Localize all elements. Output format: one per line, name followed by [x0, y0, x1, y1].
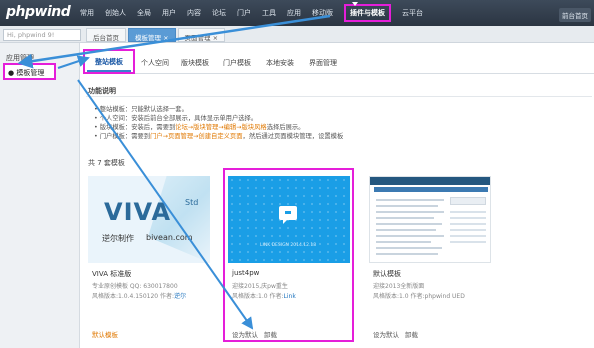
mock-row: [376, 241, 431, 243]
template-actions: 默认模板: [92, 329, 124, 339]
template-thumbnail[interactable]: VIVA Std 逆尔制作 bivean.com: [88, 176, 210, 263]
mock-row: [450, 229, 486, 231]
thumb-sub-text: 逆尔制作: [102, 234, 134, 243]
sidebar-item-label: 模板管理: [16, 69, 45, 77]
mock-row: [376, 253, 438, 255]
nav-item-founder[interactable]: 创始人: [105, 8, 126, 18]
default-template-label: 默认模板: [92, 331, 118, 339]
thumb-url-text: bivean.com: [146, 233, 193, 242]
sidebar: 应用管理: [0, 43, 80, 348]
author-link[interactable]: 逆尔: [174, 293, 186, 300]
tab-site-template-label: 整站模板: [95, 58, 123, 66]
template-name: VIVA 标准版: [92, 270, 132, 278]
template-desc: 专业原创模板 QQ: 630017800: [92, 283, 178, 290]
tab-site-template[interactable]: 整站模板: [83, 49, 135, 74]
mock-row: [376, 247, 442, 249]
mock-header: [370, 177, 490, 185]
mock-nav: [374, 187, 488, 192]
set-default-button[interactable]: 设为默认: [373, 331, 399, 339]
active-indicator-icon: [352, 2, 358, 6]
mock-row: [450, 223, 486, 225]
mock-row: [376, 235, 444, 237]
mock-row: [450, 211, 486, 213]
page-tabs: 后台首页 模板管理 × 页面管理 ×: [86, 28, 227, 42]
mock-row: [450, 235, 486, 237]
tab-local-install[interactable]: 本地安装: [266, 58, 294, 68]
main-nav: 常用 创始人 全局 用户 内容 论坛 门户 工具 应用 移动版 插件与模板 云平…: [80, 0, 434, 26]
note-item: • 个人空间：安装后前台全部展示，具体显示单用户选择。: [94, 115, 258, 122]
instructions: • 整站模板：只能默认选择一套。 • 个人空间：安装后前台全部展示，具体显示单用…: [86, 100, 592, 146]
nav-item-forum[interactable]: 论坛: [212, 8, 226, 18]
thumb-std-text: Std: [185, 198, 199, 207]
frontend-home-button[interactable]: 前台首页: [559, 8, 591, 22]
tab-portal-template[interactable]: 门户模板: [223, 58, 251, 68]
tab-board-template[interactable]: 版块模板: [181, 58, 209, 68]
nav-item-plugins-templates[interactable]: 插件与模板: [344, 4, 391, 22]
mock-box: [450, 197, 486, 205]
divider: [86, 96, 592, 97]
tab-personal-space[interactable]: 个人空间: [141, 58, 169, 68]
template-thumbnail[interactable]: [369, 176, 491, 263]
template-type-tabs: 个人空间 版块模板 门户模板 本地安装 界面管理: [83, 52, 594, 74]
template-desc: 迎接2013全新版面: [373, 283, 425, 290]
mock-row: [376, 211, 444, 213]
nav-item-content[interactable]: 内容: [187, 8, 201, 18]
note-item: • 门户模板：需要到门户→页面管理→创建自定义页面，然后通过页面模块管理，设置模…: [94, 133, 344, 140]
template-card-viva: VIVA Std 逆尔制作 bivean.com VIVA 标准版 专业原创模板…: [88, 176, 210, 341]
mock-row: [376, 217, 434, 219]
note-item: • 整站模板：只能默认选择一套。: [94, 106, 188, 113]
tab-ui-management[interactable]: 界面管理: [309, 58, 337, 68]
tab-underline: [87, 70, 131, 72]
search-input[interactable]: Hi, phpwind 9!: [3, 29, 81, 41]
author-name: phpwind UED: [424, 293, 465, 300]
nav-item-portal[interactable]: 门户: [237, 8, 251, 18]
mock-row: [450, 217, 486, 219]
thumb-logo-text: VIVA: [104, 198, 172, 226]
mock-row: [450, 241, 486, 243]
nav-item-mobile[interactable]: 移动版: [312, 8, 333, 18]
sidebar-item-app-management[interactable]: 应用管理: [6, 53, 34, 63]
template-meta: 风格版本:1.0.4.150120 作者:逆尔: [92, 293, 187, 300]
mock-row: [376, 205, 438, 207]
nav-item-users[interactable]: 用户: [162, 8, 176, 18]
bullet-icon: ●: [8, 69, 15, 77]
nav-item-global[interactable]: 全局: [137, 8, 151, 18]
highlight-box: [223, 168, 354, 342]
uninstall-button[interactable]: 卸载: [405, 331, 418, 339]
tab-admin-home[interactable]: 后台首页: [86, 28, 126, 42]
sidebar-item-template-management[interactable]: ● 模板管理: [3, 63, 56, 80]
note-item: • 版块模板：安装后，需要到论坛→版块管理→编辑→版块风格选择后展示。: [94, 124, 305, 131]
template-name: 默认模板: [373, 270, 401, 278]
mock-row: [376, 229, 436, 231]
nav-item-cloud[interactable]: 云平台: [402, 8, 423, 18]
mock-row: [376, 199, 444, 201]
mock-row: [376, 223, 442, 225]
section-title: 功能说明: [88, 87, 116, 95]
template-card-default: 默认模板 迎接2013全新版面 风格版本:1.0 作者:phpwind UED …: [369, 176, 491, 341]
tab-page-management[interactable]: 页面管理 ×: [177, 28, 226, 42]
template-meta: 风格版本:1.0 作者:phpwind UED: [373, 293, 465, 300]
tab-template-management[interactable]: 模板管理 ×: [128, 28, 176, 42]
top-navigation-bar: phpwind 常用 创始人 全局 用户 内容 论坛 门户 工具 应用 移动版 …: [0, 0, 594, 26]
nav-item-common[interactable]: 常用: [80, 8, 94, 18]
template-actions: 设为默认 卸载: [373, 329, 424, 339]
nav-item-apps[interactable]: 应用: [287, 8, 301, 18]
logo: phpwind: [6, 4, 71, 20]
template-count: 共 7 套模板: [88, 159, 125, 167]
nav-item-tools[interactable]: 工具: [262, 8, 276, 18]
